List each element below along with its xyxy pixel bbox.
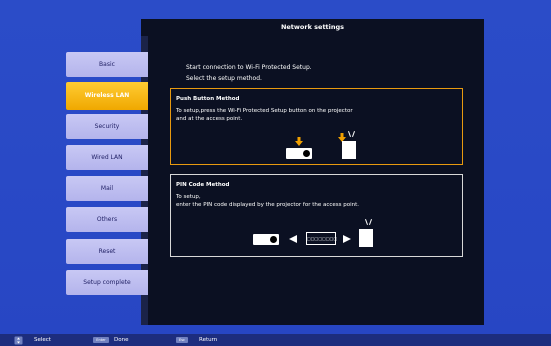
push-button-method-title: Push Button Method (176, 96, 240, 102)
select-label: Select (34, 337, 51, 343)
projector-icon (253, 234, 279, 245)
push-button-text-line-1: To setup,press the Wi-Fi Protected Setup… (176, 108, 353, 114)
return-label: Return (199, 337, 218, 343)
pin-code-display: □□□□□□□□ (306, 232, 337, 245)
projector-lens (303, 150, 310, 157)
projector-lens (270, 236, 277, 243)
sidebar-item-setup-complete[interactable]: Setup complete (66, 270, 148, 295)
esc-key-icon: Esc (176, 337, 188, 343)
pin-code-text-line-2: enter the PIN code displayed by the proj… (176, 202, 360, 208)
footer-bar: Select Enter Done Esc Return (0, 334, 551, 346)
sidebar-item-wireless-lan[interactable]: Wireless LAN (66, 82, 148, 110)
panel-title: Network settings (141, 19, 484, 36)
antenna-icon (365, 219, 368, 225)
pin-code-method-title: PIN Code Method (176, 182, 230, 188)
access-point-icon (342, 141, 356, 159)
sidebar-item-wired-lan[interactable]: Wired LAN (66, 145, 148, 170)
sidebar-item-reset[interactable]: Reset (66, 239, 148, 264)
done-label: Done (114, 337, 129, 343)
antenna-icon (348, 131, 351, 137)
dpad-icon (14, 336, 23, 345)
projector-icon (286, 148, 312, 159)
pin-code-text-line-1: To setup, (176, 194, 201, 200)
intro-line-2: Select the setup method. (186, 75, 262, 82)
antenna-icon (369, 219, 372, 225)
sidebar-item-mail[interactable]: Mail (66, 176, 148, 201)
pin-code-method-option[interactable]: PIN Code Method To setup, enter the PIN … (170, 174, 463, 257)
arrow-down-icon (295, 137, 303, 146)
intro-text: Start connection to Wi-Fi Protected Setu… (186, 62, 312, 84)
sidebar-item-basic[interactable]: Basic (66, 52, 148, 77)
intro-line-1: Start connection to Wi-Fi Protected Setu… (186, 64, 312, 71)
push-button-text-line-2: and at the access point. (176, 116, 243, 122)
antenna-icon (352, 131, 355, 137)
enter-key-icon: Enter (93, 337, 109, 343)
sidebar-item-security[interactable]: Security (66, 114, 148, 139)
arrow-left-icon (289, 235, 297, 243)
sidebar-item-others[interactable]: Others (66, 207, 148, 232)
push-button-method-option[interactable]: Push Button Method To setup,press the Wi… (170, 88, 463, 165)
arrow-right-icon (343, 235, 351, 243)
access-point-icon (359, 229, 373, 247)
pin-code-method-description: To setup, enter the PIN code displayed b… (176, 193, 456, 209)
push-button-method-description: To setup,press the Wi-Fi Protected Setup… (176, 107, 456, 123)
projector-menu-screen: Network settings Basic Wireless LAN Secu… (0, 0, 551, 346)
